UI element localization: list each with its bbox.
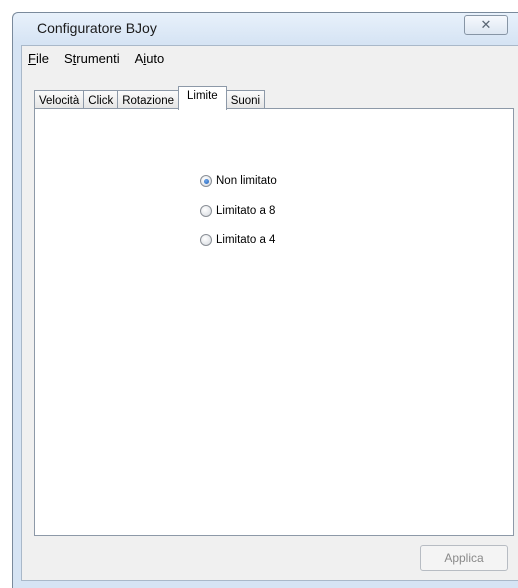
tab-rotazione[interactable]: Rotazione	[117, 90, 179, 110]
limit-radio-group: Non limitato Limitato a 8 Limitato a 4	[200, 173, 277, 262]
apply-button-label: Applica	[444, 551, 484, 565]
radio-label: Limitato a 8	[216, 204, 276, 217]
tab-strip: Velocità Click Rotazione Limite Suoni	[34, 86, 266, 110]
radio-checked-icon[interactable]	[200, 175, 212, 187]
radio-limitato-8[interactable]: Limitato a 8	[200, 203, 277, 219]
apply-button[interactable]: Applica	[420, 545, 508, 571]
tab-limite[interactable]: Limite	[178, 86, 227, 110]
radio-limitato-4[interactable]: Limitato a 4	[200, 232, 277, 248]
menu-aiuto[interactable]: Aiuto	[129, 51, 174, 66]
tab-suoni[interactable]: Suoni	[225, 90, 266, 110]
radio-label: Limitato a 4	[216, 234, 276, 246]
radio-unchecked-icon[interactable]	[200, 234, 212, 246]
radio-label: Non limitato	[216, 175, 277, 187]
close-icon: ✕	[480, 17, 492, 32]
tab-click[interactable]: Click	[83, 90, 119, 110]
radio-non-limitato[interactable]: Non limitato	[200, 173, 277, 189]
menu-bar: File Strumenti Aiuto	[22, 46, 518, 70]
radio-unchecked-icon[interactable]	[200, 204, 212, 217]
title-bar[interactable]: Configuratore BJoy ✕	[13, 13, 518, 45]
menu-file[interactable]: File	[22, 51, 58, 66]
tab-velocita[interactable]: Velocità	[34, 90, 85, 110]
window-title: Configuratore BJoy	[37, 20, 157, 36]
close-button[interactable]: ✕	[464, 15, 508, 35]
menu-strumenti[interactable]: Strumenti	[58, 51, 129, 66]
